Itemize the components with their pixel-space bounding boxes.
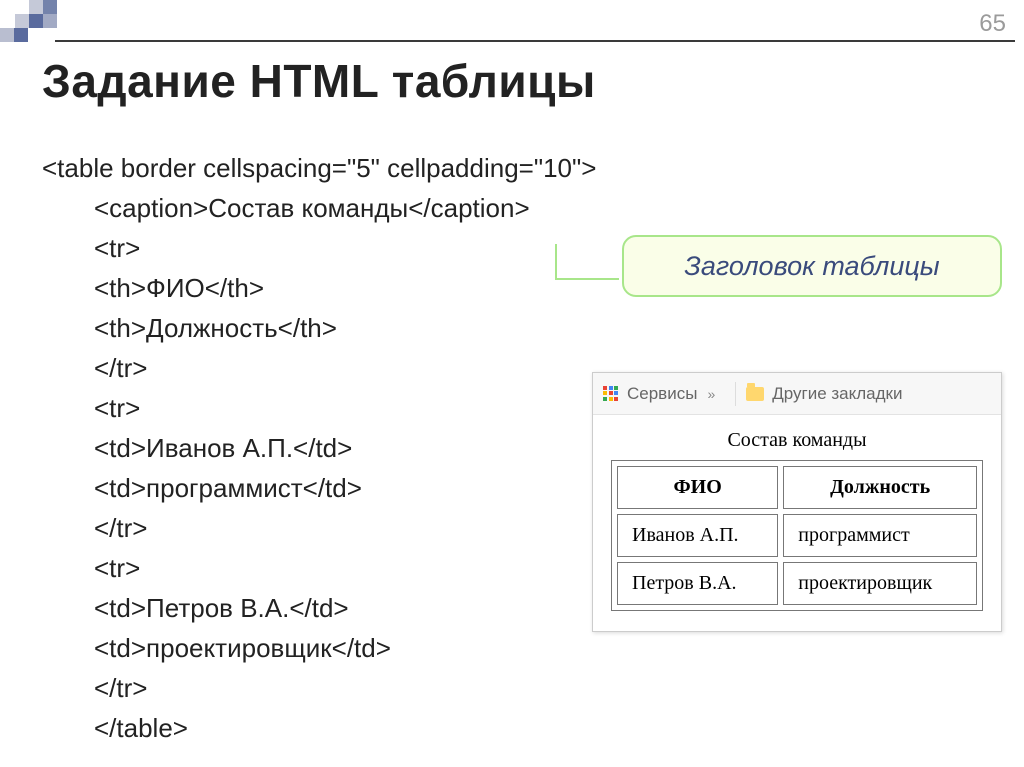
callout-text: Заголовок таблицы [684, 251, 939, 282]
table-header-row: ФИО Должность [617, 466, 977, 509]
table-header: ФИО [617, 466, 778, 509]
code-line: <td>проектировщик</td> [42, 628, 596, 668]
other-bookmarks-label: Другие закладки [772, 384, 902, 404]
code-line: <tr> [42, 228, 596, 268]
table-cell: программист [783, 514, 977, 557]
code-line: <td>программист</td> [42, 468, 596, 508]
code-line: </tr> [42, 508, 596, 548]
code-line: <caption>Состав команды</caption> [42, 188, 596, 228]
services-label: Сервисы [627, 384, 697, 404]
apps-icon [603, 386, 619, 402]
browser-toolbar: Сервисы » Другие закладки [593, 373, 1001, 415]
code-line: <tr> [42, 548, 596, 588]
callout-box: Заголовок таблицы [622, 235, 1002, 297]
table-caption: Состав команды [611, 429, 983, 452]
code-example: <table border cellspacing="5" cellpaddin… [42, 148, 596, 748]
chevrons-icon: » [707, 386, 715, 402]
code-line: </tr> [42, 348, 596, 388]
browser-preview: Сервисы » Другие закладки Состав команды… [592, 372, 1002, 632]
callout-connector [544, 244, 624, 304]
table-cell: Петров В.А. [617, 562, 778, 605]
code-line: </table> [42, 708, 596, 748]
rendered-table: ФИО Должность Иванов А.П. программист Пе… [611, 460, 983, 611]
code-line: <table border cellspacing="5" cellpaddin… [42, 148, 596, 188]
table-row: Петров В.А. проектировщик [617, 562, 977, 605]
page-number: 65 [979, 10, 1006, 38]
rendered-output: Состав команды ФИО Должность Иванов А.П.… [593, 415, 1001, 631]
table-cell: проектировщик [783, 562, 977, 605]
code-line: <td>Иванов А.П.</td> [42, 428, 596, 468]
table-cell: Иванов А.П. [617, 514, 778, 557]
slide-title: Задание HTML таблицы [42, 54, 596, 108]
folder-icon [746, 387, 764, 401]
code-line: <th>ФИО</th> [42, 268, 596, 308]
table-header: Должность [783, 466, 977, 509]
separator [735, 382, 736, 406]
code-line: <th>Должность</th> [42, 308, 596, 348]
code-line: <tr> [42, 388, 596, 428]
code-line: </tr> [42, 668, 596, 708]
title-underline [55, 40, 1015, 42]
code-line: <td>Петров В.А.</td> [42, 588, 596, 628]
table-row: Иванов А.П. программист [617, 514, 977, 557]
